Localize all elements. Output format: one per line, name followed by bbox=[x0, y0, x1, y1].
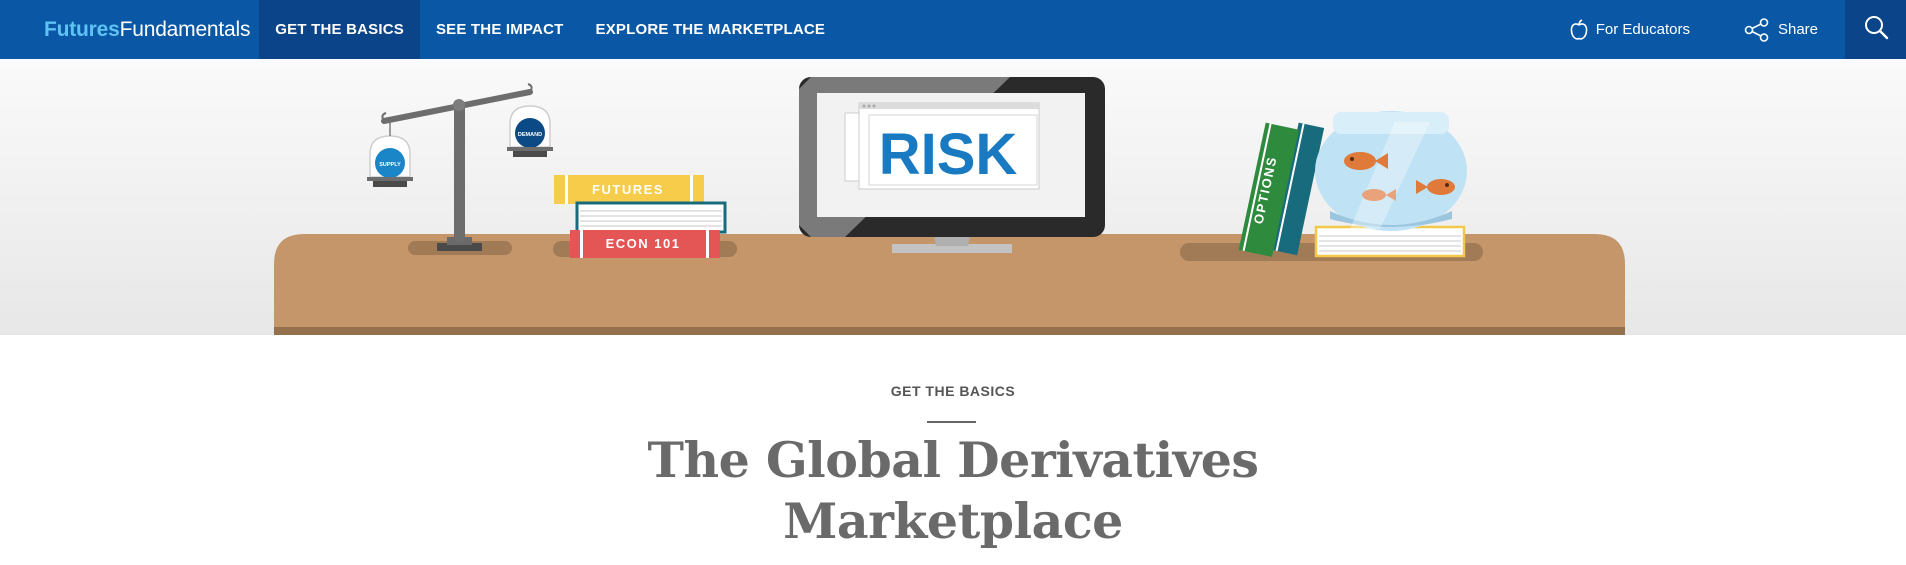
scale-supply-label: SUPPLY bbox=[379, 162, 401, 168]
title-divider bbox=[927, 421, 976, 423]
fishbowl bbox=[1314, 111, 1467, 258]
desk-scene: SUPPLY DEMAND FUTURES ECON 101 RISK OPTI… bbox=[274, 77, 1625, 335]
page-title-line-2: Marketplace bbox=[783, 492, 1123, 550]
balance-scale: SUPPLY DEMAND bbox=[367, 83, 553, 251]
top-navigation-bar: Futures Fundamentals GET THE BASICS SEE T… bbox=[0, 0, 1906, 59]
search-icon bbox=[1863, 14, 1889, 45]
nav-explore-the-marketplace[interactable]: EXPLORE THE MARKETPLACE bbox=[580, 0, 842, 59]
scale-demand-label: DEMAND bbox=[518, 132, 542, 138]
for-educators-link[interactable]: For Educators bbox=[1543, 0, 1717, 59]
book-econ-label: ECON 101 bbox=[606, 236, 681, 251]
utility-nav: For Educators Share bbox=[1543, 0, 1906, 59]
nav-get-the-basics[interactable]: GET THE BASICS bbox=[259, 0, 420, 59]
computer-monitor: RISK bbox=[799, 77, 1105, 253]
share-button[interactable]: Share bbox=[1717, 0, 1845, 59]
hero-illustration: SUPPLY DEMAND FUTURES ECON 101 RISK OPTI… bbox=[0, 59, 1906, 335]
monitor-risk-text: RISK bbox=[879, 122, 1018, 187]
nav-see-the-impact[interactable]: SEE THE IMPACT bbox=[420, 0, 580, 59]
logo-fundamentals: Fundamentals bbox=[119, 17, 251, 41]
logo-futures: Futures bbox=[44, 17, 120, 41]
share-label: Share bbox=[1777, 21, 1818, 38]
search-button[interactable] bbox=[1845, 0, 1906, 59]
apple-icon bbox=[1570, 18, 1588, 41]
for-educators-label: For Educators bbox=[1595, 21, 1690, 38]
section-eyebrow: GET THE BASICS bbox=[890, 383, 1016, 399]
book-stack: FUTURES ECON 101 bbox=[554, 175, 727, 258]
site-logo[interactable]: Futures Fundamentals bbox=[0, 0, 259, 59]
book-futures-label: FUTURES bbox=[592, 182, 664, 197]
share-icon bbox=[1744, 17, 1770, 42]
page-title: The Global Derivatives Marketplace bbox=[0, 430, 1906, 552]
page-title-line-1: The Global Derivatives bbox=[647, 431, 1259, 489]
